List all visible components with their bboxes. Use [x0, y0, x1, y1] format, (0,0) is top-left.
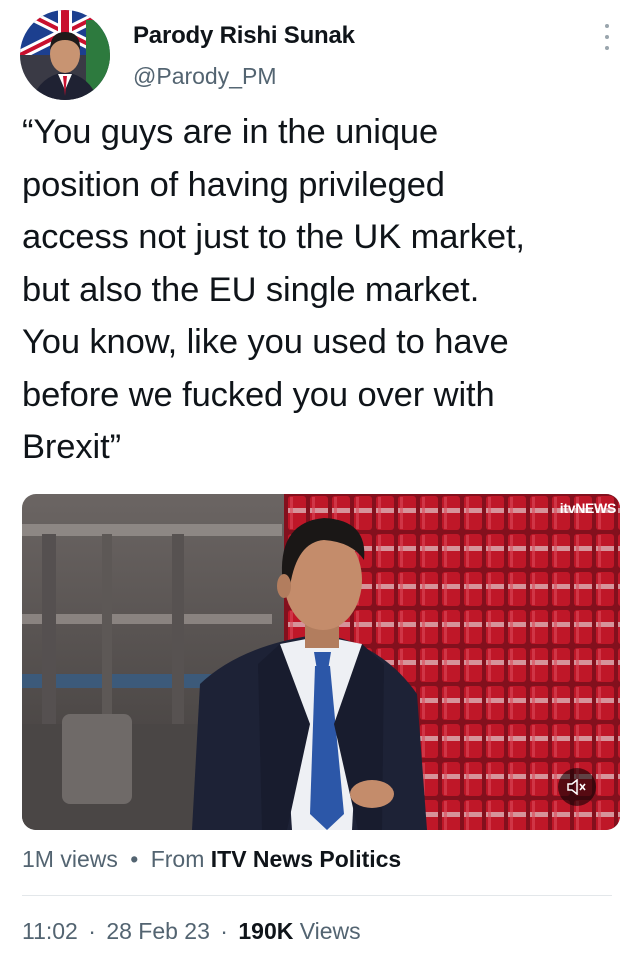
video-source-link[interactable]: ITV News Politics [211, 846, 401, 872]
video-views-line: 1M views • From ITV News Politics [22, 846, 401, 873]
separator: · [220, 918, 228, 944]
video-view-count: 1M views [22, 846, 118, 872]
user-handle[interactable]: @Parody_PM [133, 63, 277, 90]
tweet-metadata: 11:02 · 28 Feb 23 · 190K Views [22, 918, 361, 945]
tweet-view-count: 190K [238, 918, 294, 944]
itv-news-watermark: itvNEWS [559, 500, 617, 516]
separator-dot: • [130, 846, 139, 872]
from-label: From [150, 846, 205, 872]
views-label: Views [299, 918, 361, 944]
tweet-text: “You guys are in the unique position of … [22, 113, 525, 466]
video-player[interactable]: itvNEWS [22, 494, 620, 830]
divider [22, 895, 612, 896]
tweet-date[interactable]: 28 Feb 23 [106, 918, 210, 944]
speaker-muted-icon[interactable] [558, 768, 596, 806]
avatar[interactable] [20, 10, 110, 100]
separator: · [88, 918, 96, 944]
display-name[interactable]: Parody Rishi Sunak [133, 22, 355, 50]
profile-photo [20, 10, 110, 100]
more-options-icon[interactable] [604, 24, 610, 50]
video-thumbnail [22, 494, 620, 830]
tweet-time[interactable]: 11:02 [22, 918, 78, 944]
